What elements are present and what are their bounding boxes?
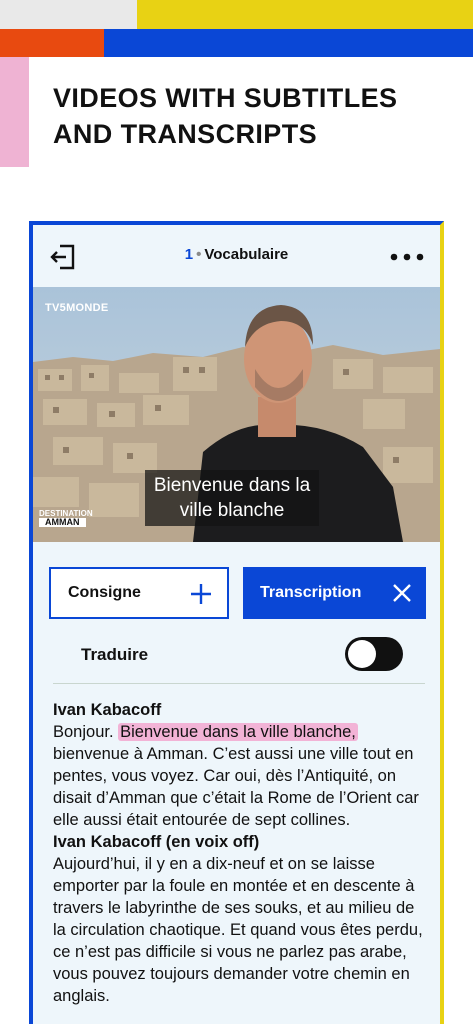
channel-logo: TV5MONDE (45, 302, 109, 314)
transcript-text: Ivan Kabacoff Bonjour. Bienvenue dans la… (53, 699, 428, 1007)
decor-band-orange (0, 29, 104, 57)
lesson-number: 1 (184, 246, 194, 263)
translate-toggle[interactable] (345, 637, 403, 671)
phone-screen: 1 • Vocabulaire TV5MONDE DESTINATION AMM… (29, 221, 444, 1024)
transcript-paragraph: Bonjour. Bienvenue dans la ville blanche… (53, 723, 419, 829)
consigne-button[interactable]: Consigne (49, 567, 229, 619)
decor-band-pink (0, 57, 29, 167)
headline-line-1: VIDEOS WITH SUBTITLES (53, 83, 398, 113)
divider (53, 683, 425, 684)
close-icon (393, 584, 411, 602)
decor-band-grey (0, 0, 137, 29)
lesson-title: 1 • Vocabulaire (184, 246, 289, 263)
speaker-name: Ivan Kabacoff (en voix off) (53, 833, 260, 851)
transcription-label: Transcription (260, 584, 362, 601)
headline-line-2: AND TRANSCRIPTS (53, 119, 318, 149)
transcript-paragraph: Aujourd’hui, il y en a dix-neuf et on se… (53, 855, 423, 1005)
lesson-name: Vocabulaire (204, 246, 289, 263)
video-subtitle: Bienvenue dans la ville blanche (145, 470, 319, 526)
plus-icon (191, 584, 211, 604)
translate-row: Traduire (33, 631, 440, 679)
translate-label: Traduire (81, 645, 149, 664)
video-player[interactable]: TV5MONDE DESTINATION AMMAN Bienvenue dan… (33, 287, 440, 542)
top-bar: 1 • Vocabulaire (33, 225, 440, 287)
consigne-label: Consigne (68, 584, 141, 601)
current-subtitle-highlight[interactable]: Bienvenue dans la ville blanche, (118, 723, 358, 741)
transcription-button[interactable]: Transcription (243, 567, 426, 619)
decor-band-blue (104, 29, 473, 57)
more-dots-icon[interactable] (390, 253, 424, 261)
decor-band-yellow (137, 0, 473, 29)
toggle-knob (348, 640, 376, 668)
speaker-name: Ivan Kabacoff (53, 701, 162, 719)
series-logo: DESTINATION AMMAN (39, 509, 93, 527)
page-headline: VIDEOS WITH SUBTITLES AND TRANSCRIPTS (53, 80, 453, 152)
